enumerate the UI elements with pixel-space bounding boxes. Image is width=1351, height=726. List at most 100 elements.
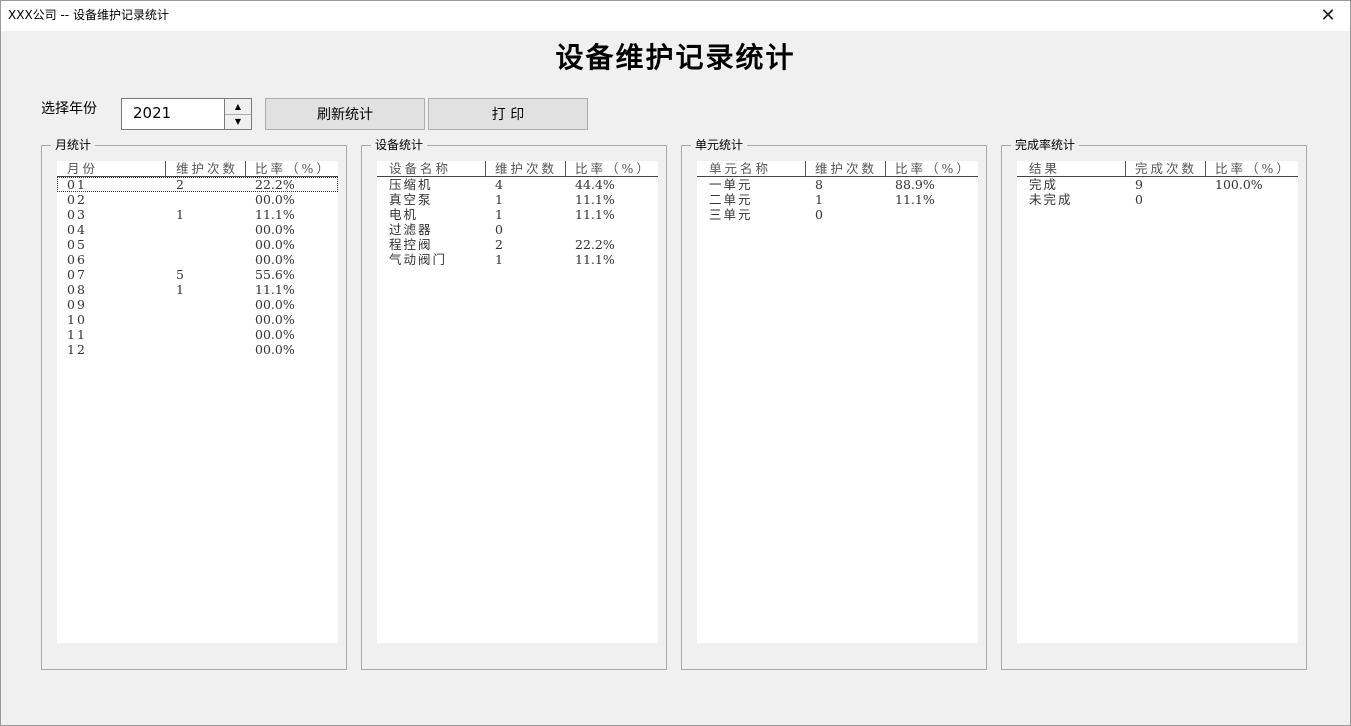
column-header[interactable]: 比率（%） [255, 161, 332, 176]
list-row[interactable]: 08 1 11.1% [57, 282, 338, 297]
list-header: 单元名称 维护次数 比率（%） [697, 161, 978, 177]
column-divider[interactable] [1125, 161, 1126, 176]
list-cell: 二单元 [709, 192, 753, 207]
print-button[interactable]: 打 印 [428, 98, 588, 130]
list-row[interactable]: 12 00.0% [57, 342, 338, 357]
list-row[interactable]: 02 00.0% [57, 192, 338, 207]
list-cell: 11 [67, 327, 87, 342]
list-cell: 1 [495, 252, 503, 267]
list-cell: 44.4% [575, 177, 615, 192]
spin-up-icon[interactable]: ▲ [225, 99, 251, 115]
year-input[interactable]: 2021 [121, 98, 225, 130]
title-bar: XXX公司 -- 设备维护记录统计 ✕ [0, 0, 1351, 31]
list-cell: 完成 [1029, 177, 1059, 192]
list-cell: 55.6% [255, 267, 295, 282]
list-cell: 1 [495, 207, 503, 222]
list-cell: 未完成 [1029, 192, 1073, 207]
list-row[interactable]: 01 2 22.2% [57, 177, 338, 192]
list-cell: 气动阀门 [389, 252, 448, 267]
list-row[interactable]: 06 00.0% [57, 252, 338, 267]
list-row[interactable]: 压缩机 4 44.4% [377, 177, 658, 192]
list-row[interactable]: 09 00.0% [57, 297, 338, 312]
column-divider[interactable] [165, 161, 166, 176]
list-cell: 22.2% [255, 177, 295, 192]
list-cell: 10 [67, 312, 87, 327]
column-header[interactable]: 月份 [67, 161, 98, 176]
list-row[interactable]: 二单元 1 11.1% [697, 192, 978, 207]
column-header[interactable]: 设备名称 [389, 161, 451, 176]
list-cell: 08 [67, 282, 87, 297]
column-header[interactable]: 维护次数 [815, 161, 877, 176]
list-cell: 11.1% [255, 207, 295, 222]
list-cell: 00.0% [255, 252, 295, 267]
list-row[interactable]: 电机 1 11.1% [377, 207, 658, 222]
list-header: 设备名称 维护次数 比率（%） [377, 161, 658, 177]
list-cell: 0 [495, 222, 503, 237]
window-title: XXX公司 -- 设备维护记录统计 [8, 8, 169, 22]
list-cell: 1 [176, 282, 184, 297]
list-row[interactable]: 过滤器 0 [377, 222, 658, 237]
list-cell: 11.1% [575, 207, 615, 222]
refresh-button[interactable]: 刷新统计 [265, 98, 425, 130]
column-header[interactable]: 完成次数 [1135, 161, 1197, 176]
list-cell: 12 [67, 342, 87, 357]
month-stats-list[interactable]: 月份 维护次数 比率（%） 01 2 22.2% 02 00.0% 03 1 11.1% 04 00.0… [57, 161, 338, 643]
equipment-stats-title: 设备统计 [371, 137, 428, 153]
list-row[interactable]: 03 1 11.1% [57, 207, 338, 222]
list-row[interactable]: 气动阀门 1 11.1% [377, 252, 658, 267]
column-header[interactable]: 比率（%） [895, 161, 972, 176]
list-cell: 05 [67, 237, 87, 252]
column-header[interactable]: 结果 [1029, 161, 1060, 176]
month-stats-title: 月统计 [51, 137, 96, 153]
list-row[interactable]: 04 00.0% [57, 222, 338, 237]
unit-stats-list[interactable]: 单元名称 维护次数 比率（%） 一单元 8 88.9% 二单元 1 11.1% 三单元 0 [697, 161, 978, 643]
list-cell: 06 [67, 252, 87, 267]
list-row[interactable]: 11 00.0% [57, 327, 338, 342]
list-cell: 8 [815, 177, 823, 192]
column-divider[interactable] [485, 161, 486, 176]
column-header[interactable]: 比率（%） [575, 161, 652, 176]
list-row[interactable]: 07 5 55.6% [57, 267, 338, 282]
completion-stats-list[interactable]: 结果 完成次数 比率（%） 完成 9 100.0% 未完成 0 [1017, 161, 1298, 643]
list-cell: 00.0% [255, 342, 295, 357]
list-row[interactable]: 三单元 0 [697, 207, 978, 222]
list-cell: 00.0% [255, 297, 295, 312]
list-cell: 三单元 [709, 207, 753, 222]
list-row[interactable]: 05 00.0% [57, 237, 338, 252]
column-divider[interactable] [885, 161, 886, 176]
list-cell: 1 [495, 192, 503, 207]
list-cell: 电机 [389, 207, 419, 222]
unit-stats-title: 单元统计 [691, 137, 748, 153]
list-cell: 02 [67, 192, 87, 207]
list-cell: 00.0% [255, 192, 295, 207]
column-header[interactable]: 维护次数 [495, 161, 557, 176]
list-cell: 00.0% [255, 222, 295, 237]
close-icon[interactable]: ✕ [1305, 0, 1351, 31]
column-divider[interactable] [565, 161, 566, 176]
list-cell: 03 [67, 207, 87, 222]
list-row[interactable]: 完成 9 100.0% [1017, 177, 1298, 192]
list-cell: 07 [67, 267, 87, 282]
list-cell: 100.0% [1215, 177, 1263, 192]
list-cell: 一单元 [709, 177, 753, 192]
unit-stats-group: 单元统计 单元名称 维护次数 比率（%） 一单元 8 88.9% 二单元 1 11.1% 三单元 0 [681, 137, 987, 670]
column-divider[interactable] [245, 161, 246, 176]
list-cell: 4 [495, 177, 503, 192]
list-row[interactable]: 一单元 8 88.9% [697, 177, 978, 192]
list-cell: 11.1% [575, 192, 615, 207]
column-divider[interactable] [1205, 161, 1206, 176]
list-row[interactable]: 程控阀 2 22.2% [377, 237, 658, 252]
completion-stats-group: 完成率统计 结果 完成次数 比率（%） 完成 9 100.0% 未完成 0 [1001, 137, 1307, 670]
column-divider[interactable] [805, 161, 806, 176]
column-header[interactable]: 比率（%） [1215, 161, 1292, 176]
column-header[interactable]: 维护次数 [176, 161, 238, 176]
list-row[interactable]: 未完成 0 [1017, 192, 1298, 207]
year-spinner[interactable]: ▲ ▼ [224, 98, 252, 130]
list-cell: 2 [495, 237, 503, 252]
equipment-stats-list[interactable]: 设备名称 维护次数 比率（%） 压缩机 4 44.4% 真空泵 1 11.1% 电机 1 11.1% 过… [377, 161, 658, 643]
column-header[interactable]: 单元名称 [709, 161, 771, 176]
spin-down-icon[interactable]: ▼ [225, 114, 251, 129]
list-cell: 9 [1135, 177, 1143, 192]
list-row[interactable]: 10 00.0% [57, 312, 338, 327]
list-row[interactable]: 真空泵 1 11.1% [377, 192, 658, 207]
